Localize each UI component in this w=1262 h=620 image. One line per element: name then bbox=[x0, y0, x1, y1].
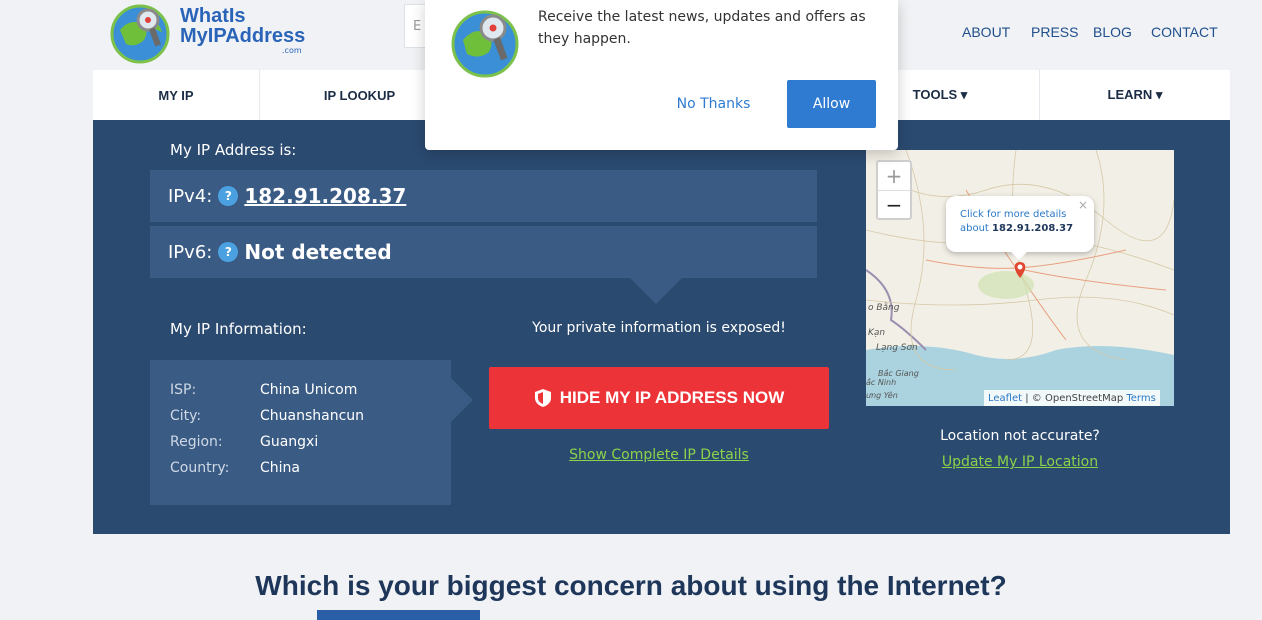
ipv6-label: IPv6: bbox=[168, 241, 213, 263]
help-icon[interactable]: ? bbox=[218, 242, 239, 262]
map-zoom-control: + − bbox=[876, 160, 912, 220]
map-label: Bắc Giang bbox=[878, 368, 919, 378]
location-question: Location not accurate? bbox=[940, 428, 1100, 444]
logo-text-line2: MyIPAddress bbox=[180, 25, 306, 47]
blog-link[interactable]: BLOG bbox=[1093, 24, 1132, 40]
map-popup[interactable]: Click for more details about 182.91.208.… bbox=[946, 196, 1094, 252]
help-icon[interactable]: ? bbox=[218, 186, 239, 206]
ipv6-row: IPv6: ? Not detected bbox=[150, 226, 817, 278]
globe-logo-icon bbox=[110, 4, 170, 64]
map-label: o Bằng bbox=[868, 302, 900, 313]
ip-info-box: ISP: China Unicom City: Chuanshancun Regio… bbox=[150, 360, 451, 505]
globe-logo-icon bbox=[451, 10, 519, 78]
allow-button[interactable]: Allow bbox=[787, 80, 876, 128]
close-icon[interactable]: × bbox=[1078, 198, 1088, 212]
leaflet-link[interactable]: Leaflet bbox=[988, 393, 1022, 404]
logo-text-line1: WhatIs bbox=[180, 5, 246, 27]
info-box-arrow bbox=[451, 378, 473, 422]
zoom-in-button[interactable]: + bbox=[878, 162, 910, 191]
content-thumbnail bbox=[317, 610, 480, 620]
map-popup-tail bbox=[1010, 251, 1028, 260]
hide-my-ip-button[interactable]: HIDE MY IP ADDRESS NOW bbox=[489, 367, 829, 429]
nav-my-ip[interactable]: MY IP bbox=[93, 70, 260, 120]
exposed-warning: Your private information is exposed! bbox=[532, 320, 786, 336]
no-thanks-button[interactable]: No Thanks bbox=[661, 80, 766, 128]
terms-link[interactable]: Terms bbox=[1126, 393, 1155, 404]
map-label: ưng Yên bbox=[866, 390, 898, 400]
location-map[interactable]: o Bằng Kạn Lạng Sơn Bắc Giang ắc Ninh ưn… bbox=[866, 150, 1174, 406]
info-row-isp: ISP: China Unicom bbox=[170, 382, 358, 398]
ipv4-row: IPv4: ? 182.91.208.37 bbox=[150, 170, 817, 222]
notification-prompt: Receive the latest news, updates and off… bbox=[425, 0, 898, 150]
map-label: Kạn bbox=[868, 328, 885, 338]
callout-pointer bbox=[630, 278, 682, 304]
hide-my-ip-label: HIDE MY IP ADDRESS NOW bbox=[559, 388, 785, 407]
nav-learn[interactable]: LEARN ▾ bbox=[1040, 70, 1230, 120]
update-location-link[interactable]: Update My IP Location bbox=[866, 454, 1174, 470]
logo-text-suffix: .com bbox=[282, 46, 302, 55]
map-label: ắc Ninh bbox=[866, 377, 896, 387]
contact-link[interactable]: CONTACT bbox=[1151, 24, 1218, 40]
notification-message: Receive the latest news, updates and off… bbox=[538, 9, 866, 47]
concern-heading: Which is your biggest concern about usin… bbox=[255, 570, 1007, 601]
ipv4-label: IPv4: bbox=[168, 185, 213, 207]
info-row-country: Country: China bbox=[170, 460, 300, 476]
ip-info-label: My IP Information: bbox=[170, 320, 307, 338]
map-attribution: Leaflet | © OpenStreetMap Terms bbox=[984, 390, 1160, 406]
ipv6-value: Not detected bbox=[244, 240, 392, 264]
map-label: Lạng Sơn bbox=[876, 343, 918, 353]
about-link[interactable]: ABOUT bbox=[962, 24, 1010, 40]
my-ip-label: My IP Address is: bbox=[170, 141, 297, 159]
map-popup-text: Click for more details about 182.91.208.… bbox=[960, 209, 1074, 234]
press-link[interactable]: PRESS bbox=[1031, 24, 1078, 40]
info-row-city: City: Chuanshancun bbox=[170, 408, 365, 424]
zoom-out-button[interactable]: − bbox=[878, 191, 910, 219]
ipv4-value[interactable]: 182.91.208.37 bbox=[244, 184, 406, 208]
info-row-region: Region: Guangxi bbox=[170, 434, 319, 450]
shield-icon bbox=[534, 389, 551, 407]
show-details-link[interactable]: Show Complete IP Details bbox=[489, 447, 829, 463]
